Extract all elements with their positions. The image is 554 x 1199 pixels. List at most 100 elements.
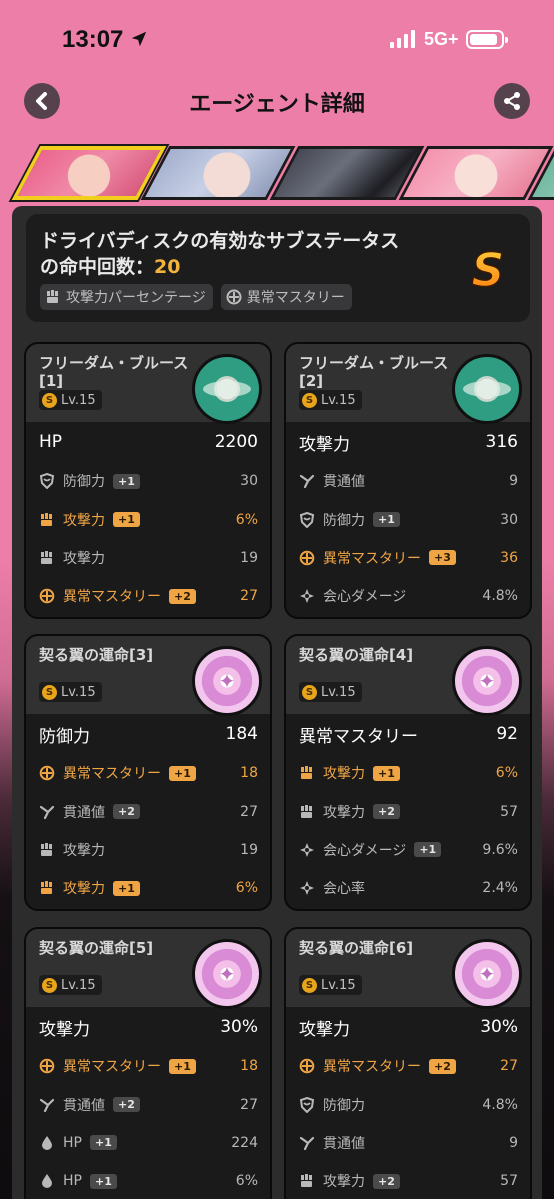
- roll-count-badge: +1: [373, 765, 400, 781]
- sub-stat-label: 異常マスタリー: [323, 550, 421, 567]
- level-text: Lv.15: [321, 684, 356, 700]
- roll-count-badge: +1: [89, 1135, 117, 1151]
- disc-card-header: 契る翼の運命[4] S Lv.15: [286, 636, 530, 716]
- level-text: Lv.15: [61, 684, 96, 700]
- sub-stat-value: 6%: [235, 1173, 258, 1190]
- roll-count-badge: +1: [113, 880, 140, 896]
- agent-portrait[interactable]: [140, 146, 296, 200]
- sub-stat-label: 防御力: [63, 474, 105, 491]
- roll-count-badge: +2: [113, 1097, 140, 1113]
- roll-count-badge: +2: [429, 1058, 456, 1074]
- substat-summary: ドライバディスクの有効なサブステータスの命中回数：20 攻撃力パーセンテージ 異…: [26, 214, 530, 322]
- main-stat-label: 攻撃力: [39, 1019, 90, 1040]
- main-stat-label: 攻撃力: [299, 434, 350, 455]
- sub-stat-value: 2.4%: [482, 880, 518, 897]
- sub-stat-value: 6%: [235, 880, 258, 897]
- sub-stat-label: 異常マスタリー: [63, 589, 161, 606]
- disc-name: 契る翼の運命[6]: [299, 939, 414, 957]
- mastery-icon: [299, 1058, 315, 1074]
- drop-icon: [39, 1173, 55, 1189]
- disc-level: S Lv.15: [39, 390, 102, 410]
- status-time: 13:07: [62, 26, 124, 53]
- agent-portrait[interactable]: [269, 146, 425, 200]
- disc-image: [452, 939, 522, 1009]
- roll-count-badge: +1: [89, 1173, 117, 1189]
- sub-stat-row: 攻撃力 +1 6%: [26, 869, 270, 907]
- shield-icon: [299, 1096, 315, 1113]
- main-stat-label: HP: [39, 432, 63, 452]
- fist-icon: [299, 804, 315, 820]
- sub-stat-row: HP +1 6%: [26, 1162, 270, 1199]
- disc-card[interactable]: 契る翼の運命[4] SLv.15 異常マスタリー 92 攻撃力 +1 6% 攻撃力 +2 57 会心…: [284, 634, 532, 911]
- disc-card[interactable]: フリーダム・ブルース[1] S Lv.15 HP 2200 防御力 +1 30 攻撃力 +1 6% 攻…: [24, 342, 272, 619]
- summary-text: ドライバディスクの有効なサブステータスの命中回数：: [40, 230, 400, 278]
- main-stat-label: 防御力: [39, 726, 90, 747]
- disc-image: [192, 939, 262, 1009]
- main-stat-value: 30%: [220, 1017, 258, 1037]
- disc-card[interactable]: フリーダム・ブルース[2] S Lv.15 攻撃力 316 貫通値 9 防御力 +1 30 異常マス…: [284, 342, 532, 619]
- sub-stat-row: 異常マスタリー +1 18: [26, 754, 270, 792]
- sub-stat-value: 224: [231, 1134, 258, 1151]
- disc-image: [452, 354, 522, 424]
- disc-level: S Lv.15: [299, 975, 362, 995]
- disc-name: フリーダム・ブルース[1]: [39, 354, 189, 390]
- s-rank-coin-icon: S: [302, 977, 317, 993]
- sub-stat-row: 防御力 +1 30: [26, 462, 270, 500]
- agent-portrait[interactable]: [398, 146, 554, 200]
- share-button[interactable]: [494, 83, 530, 119]
- disc-card[interactable]: 契る翼の運命[3] SLv.15 防御力 184 異常マスタリー +1 18 貫通値 +2 27 攻…: [24, 634, 272, 911]
- location-arrow-icon: [131, 31, 147, 47]
- fist-icon: [299, 765, 315, 781]
- sub-stat-row: 貫通値 9: [286, 462, 530, 500]
- main-stat-value: 30%: [480, 1017, 518, 1037]
- sub-stat-row: 攻撃力 +1 6%: [286, 754, 530, 792]
- sub-stat-value: 4.8%: [482, 1096, 518, 1113]
- disc-card[interactable]: 契る翼の運命[6] SLv.15 攻撃力 30% 異常マスタリー +2 27 防御力 4.8% 貫…: [284, 927, 532, 1199]
- sub-stat-row: 貫通値 9: [286, 1124, 530, 1162]
- page-title: エージェント詳細: [189, 92, 365, 117]
- crit-icon: [299, 842, 315, 858]
- main-stat: 異常マスタリー 92: [286, 714, 530, 754]
- pierce-icon: [299, 473, 315, 489]
- sub-stat-label: 貫通値: [63, 804, 105, 821]
- crit-icon: [299, 588, 315, 604]
- sub-stat-row: 攻撃力 19: [26, 831, 270, 869]
- disc-level: S Lv.15: [299, 390, 362, 410]
- s-rank-coin-icon: S: [42, 392, 57, 408]
- sub-stat-row: 攻撃力 +1 6%: [26, 500, 270, 538]
- shield-icon: [299, 511, 315, 528]
- sub-stat-label: 異常マスタリー: [63, 1059, 161, 1076]
- disc-card[interactable]: 契る翼の運命[5] SLv.15 攻撃力 30% 異常マスタリー +1 18 貫通値 +2 27 H…: [24, 927, 272, 1199]
- fist-icon: [39, 880, 55, 896]
- sub-stat-label: HP: [63, 1134, 82, 1151]
- roll-count-badge: +2: [169, 588, 196, 604]
- roll-count-badge: +1: [169, 1058, 196, 1074]
- main-stat-value: 184: [225, 724, 258, 744]
- roll-count-badge: +1: [113, 512, 140, 528]
- fist-icon: [39, 842, 55, 858]
- sub-stat-value: 18: [240, 1058, 258, 1075]
- agent-selector: [0, 140, 554, 206]
- sub-stat-value: 19: [240, 549, 258, 566]
- sub-stat-row: 攻撃力 +2 57: [286, 792, 530, 830]
- agent-portrait-selected[interactable]: [11, 146, 167, 200]
- sub-stat-value: 6%: [495, 765, 518, 782]
- s-rank-coin-icon: S: [302, 392, 317, 408]
- sub-stat-row: 防御力 +1 30: [286, 500, 530, 538]
- disc-image: [452, 646, 522, 716]
- sub-stat-value: 30: [500, 511, 518, 528]
- disc-card-header: フリーダム・ブルース[1] S Lv.15: [26, 344, 270, 424]
- sub-stat-value: 27: [240, 803, 258, 820]
- drop-icon: [39, 1135, 55, 1151]
- sub-stat-value: 27: [500, 1058, 518, 1075]
- pierce-icon: [39, 804, 55, 820]
- network-type: 5G+: [424, 29, 459, 49]
- main-stat: 攻撃力 30%: [26, 1007, 270, 1047]
- disc-image: [192, 646, 262, 716]
- sub-stat-label: 攻撃力: [63, 842, 105, 859]
- disc-card-header: 契る翼の運命[3] S Lv.15: [26, 636, 270, 716]
- sub-stat-value: 4.8%: [482, 588, 518, 605]
- mastery-icon: [299, 550, 315, 566]
- tag-atk-percent: 攻撃力パーセンテージ: [40, 284, 213, 310]
- level-text: Lv.15: [61, 392, 96, 408]
